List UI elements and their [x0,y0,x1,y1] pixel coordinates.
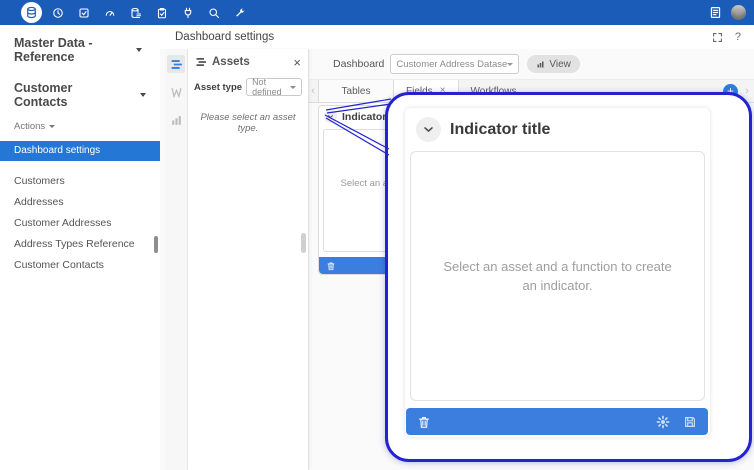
dashboard-select[interactable]: Customer Address Datase [390,54,519,74]
sidebar-scrollbar-thumb[interactable] [154,236,158,253]
assets-empty-message: Please select an asset type. [188,112,308,134]
sidebar-item-dashboard-settings[interactable]: Dashboard settings [0,141,160,161]
plug-icon [182,7,194,19]
delete-indicator-button[interactable] [326,261,336,271]
view-button-label: View [549,59,571,70]
chevron-down-icon [326,112,335,121]
tab-tables[interactable]: Tables [318,80,394,102]
dashboard-toolbar: Dashboard Customer Address Datase View [308,49,754,79]
nav-tasks-button[interactable] [71,7,97,19]
data-hub-home-button[interactable] [21,2,42,23]
assets-panel-toggle[interactable] [167,55,185,73]
database-icon [25,6,38,19]
dashboard-label: Dashboard [333,58,384,70]
assets-tree-icon [195,56,207,68]
sidebar-item-customers[interactable]: Customers [0,171,160,192]
indicator-empty-message: Select an asset and a function to create… [410,151,705,401]
entity-selector[interactable]: Customer Contacts [0,81,160,109]
gear-icon [656,415,670,429]
domain-selector[interactable]: Master Data - Reference [0,36,160,64]
sidebar-item-customer-contacts[interactable]: Customer Contacts [0,255,160,276]
nav-integration-button[interactable] [175,7,201,19]
actions-menu-button[interactable]: Actions [0,121,160,132]
trash-icon [417,415,431,429]
bar-chart-icon [170,114,183,127]
tab-tables-label: Tables [342,86,371,97]
collapse-button[interactable] [416,117,441,142]
collapse-button[interactable] [324,110,337,123]
widgets-icon [170,86,183,99]
delete-indicator-button[interactable] [417,415,431,429]
nav-checklist-button[interactable] [149,7,175,19]
notifications-button[interactable] [709,6,722,19]
dashboard-select-value: Customer Address Datase [396,59,507,70]
chevron-down-icon [140,93,146,97]
asset-type-select[interactable]: Not defined [246,78,302,96]
tab-scroll-left[interactable]: ‹ [308,80,318,102]
save-icon [683,415,697,429]
user-avatar[interactable] [731,5,746,20]
wrench-icon [234,7,246,19]
nav-tools-button[interactable] [227,7,253,19]
assets-panel: Assets × Asset type Not defined Please s… [188,49,309,470]
check-square-icon [78,7,90,19]
zoom-callout: Indicator title Select an asset and a fu… [385,92,752,462]
actions-label: Actions [14,121,45,132]
chevron-down-icon [507,63,513,66]
domain-label: Master Data - Reference [14,36,136,64]
view-button[interactable]: View [527,55,580,73]
panel-icon-strip [165,49,188,470]
bar-chart-icon [536,60,545,69]
left-sidebar: Master Data - Reference Customer Contact… [0,25,161,470]
assets-scrollbar-thumb[interactable] [301,233,306,253]
clock-icon [52,7,64,19]
sidebar-item-addresses[interactable]: Addresses [0,192,160,213]
app-top-bar [0,0,754,25]
fullscreen-button[interactable] [712,32,723,43]
form-icon [709,6,722,19]
asset-type-label: Asset type [194,82,242,93]
chevron-down-icon [136,48,142,52]
indicator-settings-button[interactable] [656,415,670,429]
nav-search-button[interactable] [201,7,227,19]
sidebar-item-customer-addresses[interactable]: Customer Addresses [0,213,160,234]
nav-dashboard-button[interactable] [97,7,123,19]
clipboard-check-icon [156,7,168,19]
chevron-down-icon [49,125,55,128]
entity-list: Customers Addresses Customer Addresses A… [0,171,160,276]
asset-type-value: Not defined [252,77,290,97]
chevron-down-icon [290,86,296,89]
entity-label: Customer Contacts [14,81,127,109]
sidebar-item-address-types-reference[interactable]: Address Types Reference [0,234,160,255]
indicator-card-title: Indicator title [450,121,550,139]
widgets-panel-toggle[interactable] [167,83,185,101]
indicator-card-footer [406,408,708,435]
gauge-icon [104,7,116,19]
database-list-icon [130,7,142,19]
page-header: Dashboard settings ? [160,25,754,50]
close-icon[interactable]: × [293,56,301,69]
nav-data-button[interactable] [123,7,149,19]
page-title: Dashboard settings [175,31,274,43]
help-button[interactable]: ? [735,31,741,43]
nav-clock-button[interactable] [45,7,71,19]
charts-panel-toggle[interactable] [167,111,185,129]
chevron-down-icon [421,122,436,137]
assets-panel-title: Assets [212,56,288,68]
save-indicator-button[interactable] [683,415,697,429]
search-icon [208,7,220,19]
expand-icon [712,32,723,43]
indicator-card-magnified: Indicator title Select an asset and a fu… [405,108,710,437]
assets-tree-icon [170,58,183,71]
trash-icon [326,261,336,271]
